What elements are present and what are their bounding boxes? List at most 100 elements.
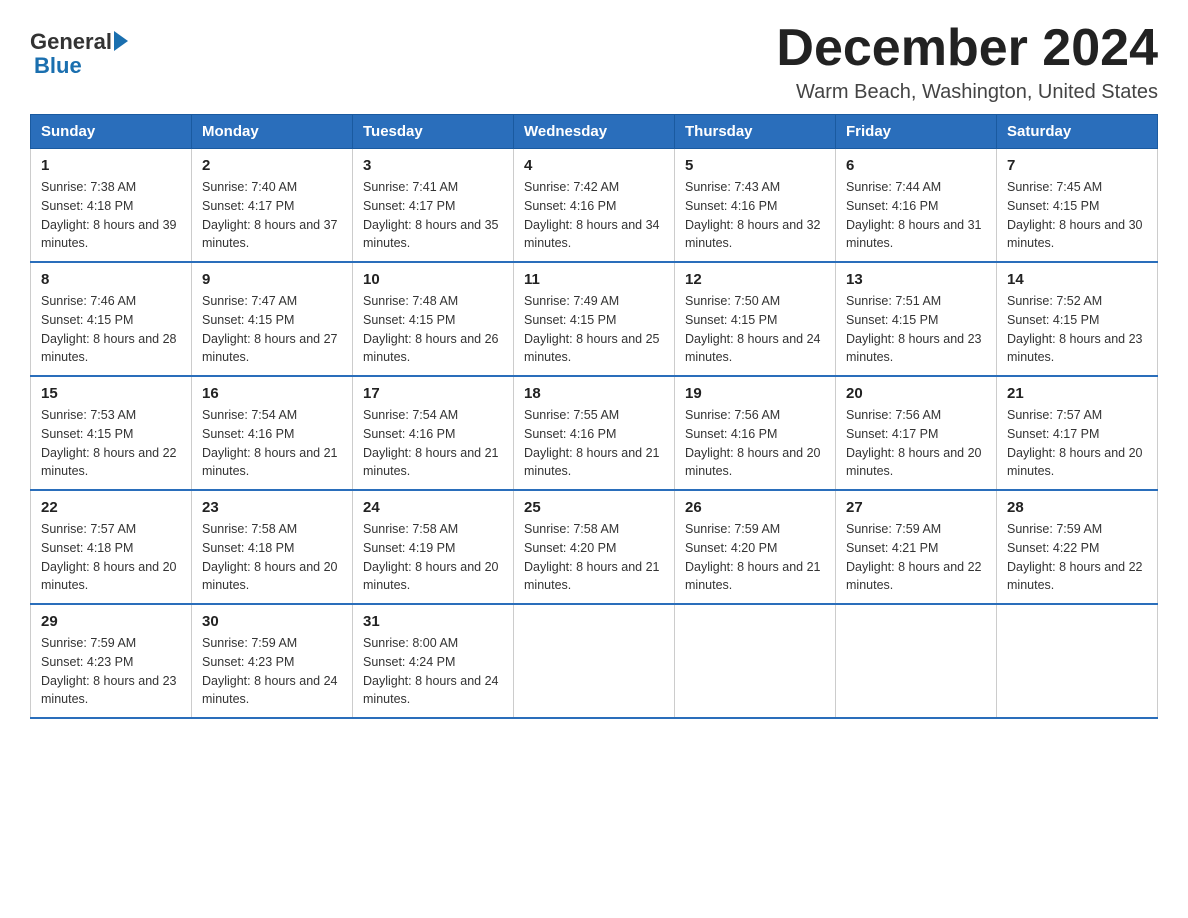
week-row-4: 22 Sunrise: 7:57 AMSunset: 4:18 PMDaylig… [31, 490, 1158, 604]
calendar-cell: 29 Sunrise: 7:59 AMSunset: 4:23 PMDaylig… [31, 604, 192, 718]
day-info: Sunrise: 7:57 AMSunset: 4:17 PMDaylight:… [1007, 406, 1147, 481]
day-info: Sunrise: 7:46 AMSunset: 4:15 PMDaylight:… [41, 292, 181, 367]
day-number: 17 [363, 385, 503, 402]
calendar-cell: 23 Sunrise: 7:58 AMSunset: 4:18 PMDaylig… [192, 490, 353, 604]
day-number: 19 [685, 385, 825, 402]
calendar-cell [997, 604, 1158, 718]
day-number: 30 [202, 613, 342, 630]
header-monday: Monday [192, 115, 353, 149]
header-thursday: Thursday [675, 115, 836, 149]
calendar-cell: 11 Sunrise: 7:49 AMSunset: 4:15 PMDaylig… [514, 262, 675, 376]
day-number: 6 [846, 157, 986, 174]
day-number: 3 [363, 157, 503, 174]
calendar-cell: 28 Sunrise: 7:59 AMSunset: 4:22 PMDaylig… [997, 490, 1158, 604]
day-number: 23 [202, 499, 342, 516]
day-info: Sunrise: 7:48 AMSunset: 4:15 PMDaylight:… [363, 292, 503, 367]
week-row-3: 15 Sunrise: 7:53 AMSunset: 4:15 PMDaylig… [31, 376, 1158, 490]
day-info: Sunrise: 7:59 AMSunset: 4:23 PMDaylight:… [202, 634, 342, 709]
week-row-1: 1 Sunrise: 7:38 AMSunset: 4:18 PMDayligh… [31, 149, 1158, 263]
header-friday: Friday [836, 115, 997, 149]
day-number: 16 [202, 385, 342, 402]
calendar-cell: 27 Sunrise: 7:59 AMSunset: 4:21 PMDaylig… [836, 490, 997, 604]
week-row-2: 8 Sunrise: 7:46 AMSunset: 4:15 PMDayligh… [31, 262, 1158, 376]
day-info: Sunrise: 7:59 AMSunset: 4:20 PMDaylight:… [685, 520, 825, 595]
calendar-table: SundayMondayTuesdayWednesdayThursdayFrid… [30, 114, 1158, 719]
calendar-cell: 13 Sunrise: 7:51 AMSunset: 4:15 PMDaylig… [836, 262, 997, 376]
day-info: Sunrise: 7:52 AMSunset: 4:15 PMDaylight:… [1007, 292, 1147, 367]
week-row-5: 29 Sunrise: 7:59 AMSunset: 4:23 PMDaylig… [31, 604, 1158, 718]
day-number: 1 [41, 157, 181, 174]
day-info: Sunrise: 7:59 AMSunset: 4:22 PMDaylight:… [1007, 520, 1147, 595]
day-number: 22 [41, 499, 181, 516]
calendar-cell: 16 Sunrise: 7:54 AMSunset: 4:16 PMDaylig… [192, 376, 353, 490]
day-info: Sunrise: 7:38 AMSunset: 4:18 PMDaylight:… [41, 178, 181, 253]
calendar-cell: 6 Sunrise: 7:44 AMSunset: 4:16 PMDayligh… [836, 149, 997, 263]
day-number: 7 [1007, 157, 1147, 174]
day-number: 26 [685, 499, 825, 516]
calendar-cell: 4 Sunrise: 7:42 AMSunset: 4:16 PMDayligh… [514, 149, 675, 263]
day-info: Sunrise: 7:43 AMSunset: 4:16 PMDaylight:… [685, 178, 825, 253]
header-tuesday: Tuesday [353, 115, 514, 149]
day-info: Sunrise: 7:56 AMSunset: 4:17 PMDaylight:… [846, 406, 986, 481]
day-number: 11 [524, 271, 664, 288]
day-info: Sunrise: 7:55 AMSunset: 4:16 PMDaylight:… [524, 406, 664, 481]
day-info: Sunrise: 7:40 AMSunset: 4:17 PMDaylight:… [202, 178, 342, 253]
day-info: Sunrise: 7:58 AMSunset: 4:20 PMDaylight:… [524, 520, 664, 595]
header-saturday: Saturday [997, 115, 1158, 149]
calendar-cell: 24 Sunrise: 7:58 AMSunset: 4:19 PMDaylig… [353, 490, 514, 604]
calendar-cell: 12 Sunrise: 7:50 AMSunset: 4:15 PMDaylig… [675, 262, 836, 376]
day-number: 25 [524, 499, 664, 516]
day-info: Sunrise: 7:42 AMSunset: 4:16 PMDaylight:… [524, 178, 664, 253]
day-info: Sunrise: 7:51 AMSunset: 4:15 PMDaylight:… [846, 292, 986, 367]
day-number: 8 [41, 271, 181, 288]
calendar-cell: 1 Sunrise: 7:38 AMSunset: 4:18 PMDayligh… [31, 149, 192, 263]
calendar-cell: 26 Sunrise: 7:59 AMSunset: 4:20 PMDaylig… [675, 490, 836, 604]
calendar-cell: 14 Sunrise: 7:52 AMSunset: 4:15 PMDaylig… [997, 262, 1158, 376]
day-number: 20 [846, 385, 986, 402]
day-info: Sunrise: 7:50 AMSunset: 4:15 PMDaylight:… [685, 292, 825, 367]
logo-text-blue: Blue [34, 54, 128, 78]
day-info: Sunrise: 7:56 AMSunset: 4:16 PMDaylight:… [685, 406, 825, 481]
day-number: 28 [1007, 499, 1147, 516]
day-info: Sunrise: 7:59 AMSunset: 4:21 PMDaylight:… [846, 520, 986, 595]
calendar-cell: 3 Sunrise: 7:41 AMSunset: 4:17 PMDayligh… [353, 149, 514, 263]
header-wednesday: Wednesday [514, 115, 675, 149]
day-info: Sunrise: 7:49 AMSunset: 4:15 PMDaylight:… [524, 292, 664, 367]
day-info: Sunrise: 7:44 AMSunset: 4:16 PMDaylight:… [846, 178, 986, 253]
calendar-cell: 21 Sunrise: 7:57 AMSunset: 4:17 PMDaylig… [997, 376, 1158, 490]
calendar-cell: 31 Sunrise: 8:00 AMSunset: 4:24 PMDaylig… [353, 604, 514, 718]
day-number: 5 [685, 157, 825, 174]
day-info: Sunrise: 8:00 AMSunset: 4:24 PMDaylight:… [363, 634, 503, 709]
day-number: 10 [363, 271, 503, 288]
calendar-cell: 20 Sunrise: 7:56 AMSunset: 4:17 PMDaylig… [836, 376, 997, 490]
calendar-header-row: SundayMondayTuesdayWednesdayThursdayFrid… [31, 115, 1158, 149]
day-number: 14 [1007, 271, 1147, 288]
day-number: 18 [524, 385, 664, 402]
day-info: Sunrise: 7:58 AMSunset: 4:19 PMDaylight:… [363, 520, 503, 595]
calendar-cell: 5 Sunrise: 7:43 AMSunset: 4:16 PMDayligh… [675, 149, 836, 263]
day-info: Sunrise: 7:45 AMSunset: 4:15 PMDaylight:… [1007, 178, 1147, 253]
day-info: Sunrise: 7:57 AMSunset: 4:18 PMDaylight:… [41, 520, 181, 595]
day-info: Sunrise: 7:47 AMSunset: 4:15 PMDaylight:… [202, 292, 342, 367]
day-number: 27 [846, 499, 986, 516]
calendar-cell [675, 604, 836, 718]
day-info: Sunrise: 7:59 AMSunset: 4:23 PMDaylight:… [41, 634, 181, 709]
calendar-cell: 7 Sunrise: 7:45 AMSunset: 4:15 PMDayligh… [997, 149, 1158, 263]
title-block: December 2024 Warm Beach, Washington, Un… [776, 20, 1158, 104]
calendar-cell: 30 Sunrise: 7:59 AMSunset: 4:23 PMDaylig… [192, 604, 353, 718]
calendar-cell: 25 Sunrise: 7:58 AMSunset: 4:20 PMDaylig… [514, 490, 675, 604]
day-number: 15 [41, 385, 181, 402]
day-info: Sunrise: 7:41 AMSunset: 4:17 PMDaylight:… [363, 178, 503, 253]
day-number: 13 [846, 271, 986, 288]
day-info: Sunrise: 7:53 AMSunset: 4:15 PMDaylight:… [41, 406, 181, 481]
header-sunday: Sunday [31, 115, 192, 149]
calendar-cell: 9 Sunrise: 7:47 AMSunset: 4:15 PMDayligh… [192, 262, 353, 376]
calendar-cell: 22 Sunrise: 7:57 AMSunset: 4:18 PMDaylig… [31, 490, 192, 604]
day-number: 12 [685, 271, 825, 288]
logo-text-general: General [30, 30, 112, 54]
day-number: 31 [363, 613, 503, 630]
calendar-cell: 8 Sunrise: 7:46 AMSunset: 4:15 PMDayligh… [31, 262, 192, 376]
day-info: Sunrise: 7:54 AMSunset: 4:16 PMDaylight:… [202, 406, 342, 481]
calendar-cell: 2 Sunrise: 7:40 AMSunset: 4:17 PMDayligh… [192, 149, 353, 263]
page-header: General Blue December 2024 Warm Beach, W… [30, 20, 1158, 104]
